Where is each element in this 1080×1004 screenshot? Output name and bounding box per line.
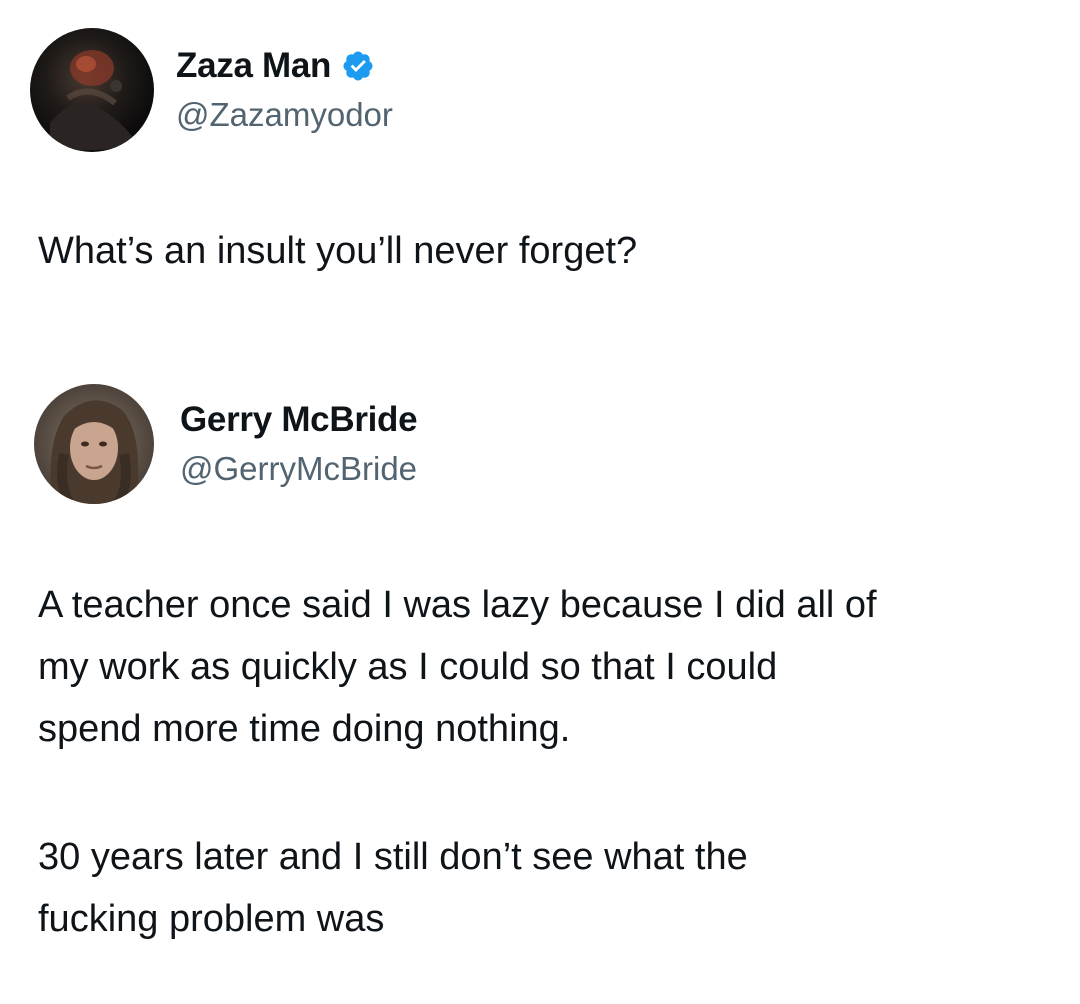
- display-name-text: Zaza Man: [176, 46, 332, 85]
- avatar[interactable]: [30, 28, 154, 152]
- reply-paragraph-2: 30 years later and I still don’t see wha…: [38, 836, 748, 940]
- gerry-mcbride-avatar-image: [34, 384, 154, 504]
- tweet-text: What’s an insult you’ll never forget?: [38, 230, 638, 272]
- zaza-man-avatar-image: [30, 28, 154, 152]
- original-tweet: Zaza Man @Zazamyodor What’s an insult yo…: [0, 0, 1080, 320]
- display-name-text: Gerry McBride: [180, 400, 418, 439]
- original-tweet-header: Zaza Man @Zazamyodor: [0, 0, 1080, 152]
- author-handle[interactable]: @Zazamyodor: [176, 96, 393, 134]
- reply-paragraph-1: A teacher once said I was lazy because I…: [38, 584, 877, 750]
- screenshot-root: { "original_tweet": { "author": { "displ…: [0, 0, 1080, 1004]
- author-handle[interactable]: @GerryMcBride: [180, 450, 417, 488]
- verified-badge-icon: [341, 49, 375, 83]
- avatar[interactable]: [34, 384, 154, 504]
- reply-tweet: Gerry McBride @GerryMcBride A teacher on…: [0, 370, 1080, 1004]
- author-name[interactable]: Zaza Man: [176, 46, 375, 86]
- reply-tweet-header: Gerry McBride @GerryMcBride: [0, 370, 1080, 504]
- author-name[interactable]: Gerry McBride: [180, 400, 418, 440]
